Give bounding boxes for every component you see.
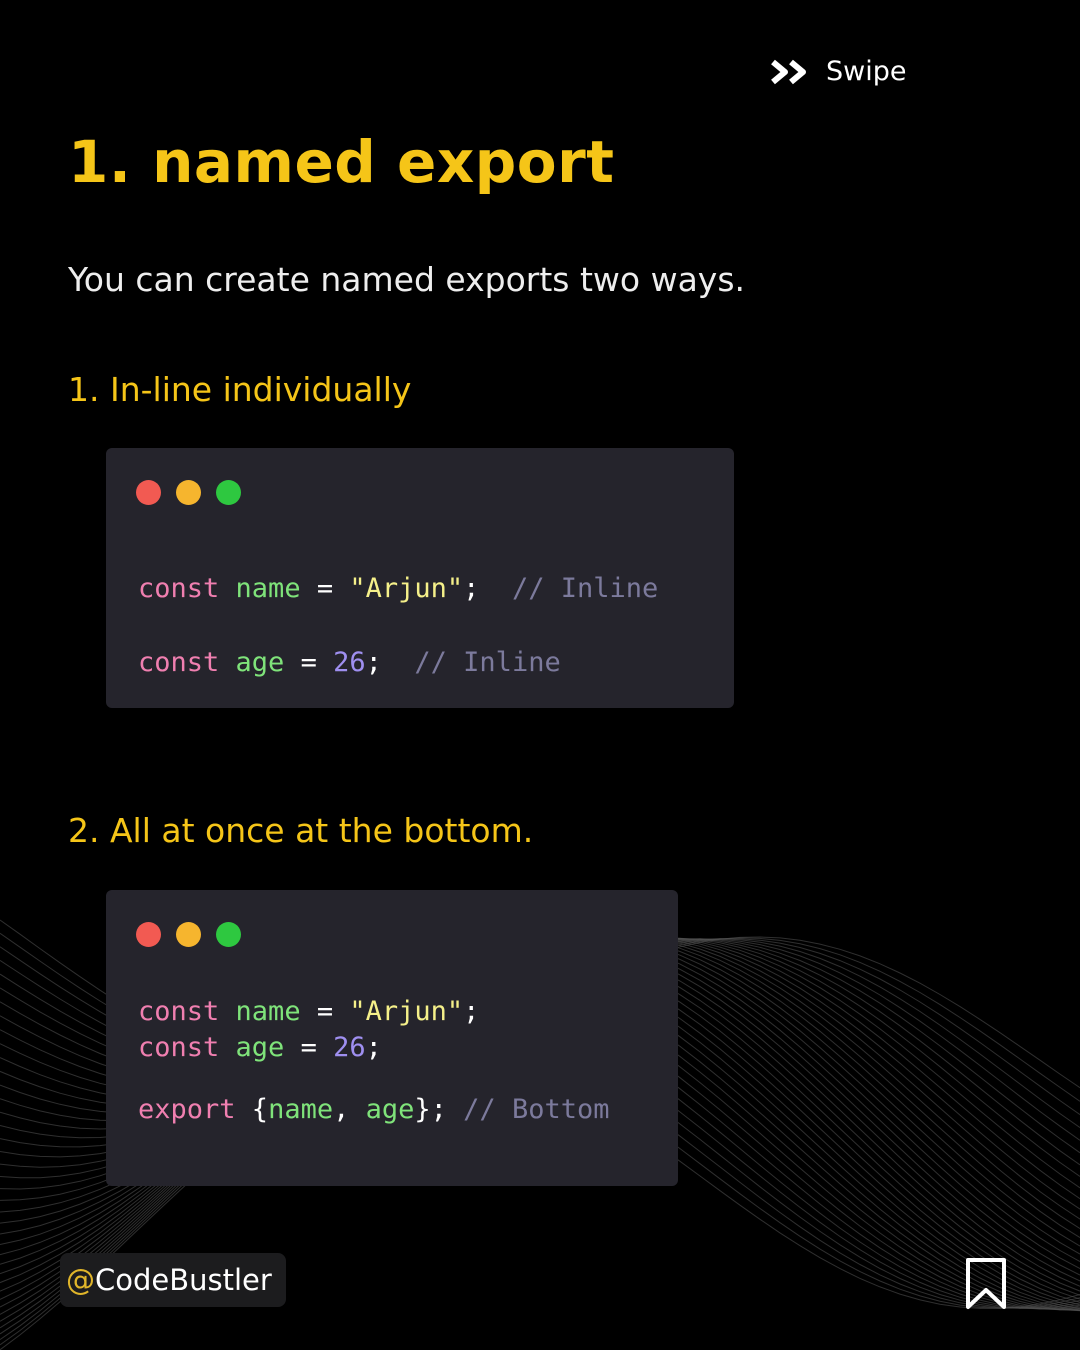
at-symbol: @ — [66, 1263, 95, 1297]
handle-name: CodeBustler — [95, 1263, 272, 1297]
code-token: ; — [463, 573, 512, 604]
code-token: = — [284, 1032, 334, 1063]
code-token: ; — [463, 996, 480, 1027]
code-line: const name = "Arjun"; — [138, 994, 609, 1030]
code-token: const — [138, 647, 220, 678]
code-token: "Arjun" — [349, 996, 464, 1027]
code-token: // Inline — [414, 647, 561, 678]
code-token: age — [365, 1094, 415, 1125]
code-token: "Arjun" — [349, 573, 464, 604]
minimize-dot — [176, 922, 201, 947]
double-chevron-right-icon — [771, 59, 806, 84]
window-controls — [136, 480, 241, 505]
code-token: = — [300, 573, 350, 604]
code-line: export {name, age}; // Bottom — [138, 1092, 609, 1128]
code-token: , — [333, 1094, 366, 1125]
code-token: age — [235, 1032, 285, 1063]
bookmark-icon[interactable] — [964, 1256, 1008, 1312]
code-line: const age = 26; — [138, 1030, 609, 1066]
code-token: { — [235, 1094, 269, 1125]
code-token: = — [284, 647, 334, 678]
code-token: name — [235, 996, 301, 1027]
code-token: ; — [365, 1032, 382, 1063]
section1-heading: 1. In-line individually — [68, 370, 412, 409]
page-title: 1. named export — [68, 128, 615, 196]
code-token: const — [138, 573, 220, 604]
code-token: // Bottom — [463, 1094, 610, 1125]
minimize-dot — [176, 480, 201, 505]
author-handle[interactable]: @CodeBustler — [60, 1253, 286, 1307]
code-token: }; — [414, 1094, 464, 1125]
code-line: const age = 26; // Inline — [138, 626, 658, 700]
code-window-2: const name = "Arjun"; const age = 26; expo… — [106, 890, 678, 1186]
window-controls — [136, 922, 241, 947]
code-line: const name = "Arjun"; // Inline — [138, 552, 658, 626]
code-token: name — [235, 573, 301, 604]
code-block-2: const name = "Arjun"; const age = 26; expo… — [138, 994, 609, 1128]
maximize-dot — [216, 922, 241, 947]
code-window-1: const name = "Arjun"; // Inline const age… — [106, 448, 734, 708]
swipe-hint[interactable]: Swipe — [770, 56, 906, 87]
code-token: age — [235, 647, 285, 678]
code-token: const — [138, 1032, 220, 1063]
close-dot — [136, 922, 161, 947]
code-token: const — [138, 996, 220, 1027]
code-token: 26 — [333, 647, 366, 678]
code-token: // Inline — [511, 573, 659, 604]
swipe-label: Swipe — [826, 56, 907, 87]
subtitle: You can create named exports two ways. — [68, 260, 746, 299]
close-dot — [136, 480, 161, 505]
section2-heading: 2. All at once at the bottom. — [68, 811, 534, 850]
code-block-1: const name = "Arjun"; // Inline const age… — [138, 552, 658, 700]
code-token: export — [138, 1094, 236, 1125]
code-token: ; — [365, 647, 415, 678]
maximize-dot — [216, 480, 241, 505]
code-token: name — [268, 1094, 334, 1125]
code-token: = — [300, 996, 350, 1027]
code-token: 26 — [333, 1032, 366, 1063]
